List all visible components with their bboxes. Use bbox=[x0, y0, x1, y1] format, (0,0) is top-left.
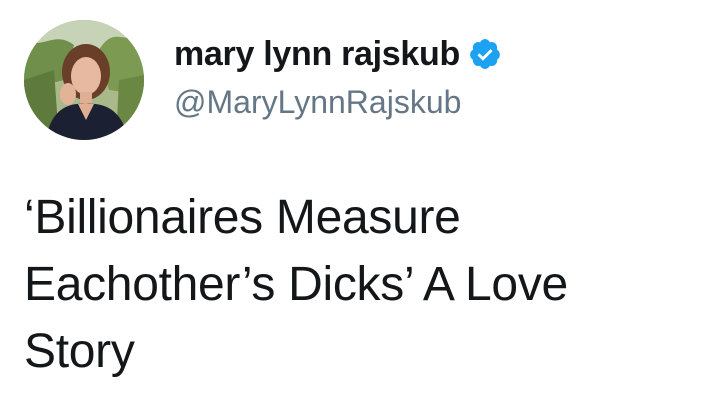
tweet-card: mary lynn rajskub @MaryLynnRajskub ‘Bill… bbox=[0, 0, 708, 416]
author-identity: mary lynn rajskub @MaryLynnRajskub bbox=[174, 32, 674, 124]
avatar-photo bbox=[24, 20, 144, 140]
name-row: mary lynn rajskub bbox=[174, 32, 674, 76]
verified-badge-icon bbox=[470, 39, 500, 69]
author-handle[interactable]: @MaryLynnRajskub bbox=[174, 80, 674, 124]
avatar[interactable] bbox=[24, 20, 144, 140]
tweet-header: mary lynn rajskub @MaryLynnRajskub bbox=[24, 20, 684, 144]
display-name[interactable]: mary lynn rajskub bbox=[174, 32, 460, 76]
tweet-text: ‘Billionaires Measure Eachother’s Dicks’… bbox=[24, 191, 568, 378]
